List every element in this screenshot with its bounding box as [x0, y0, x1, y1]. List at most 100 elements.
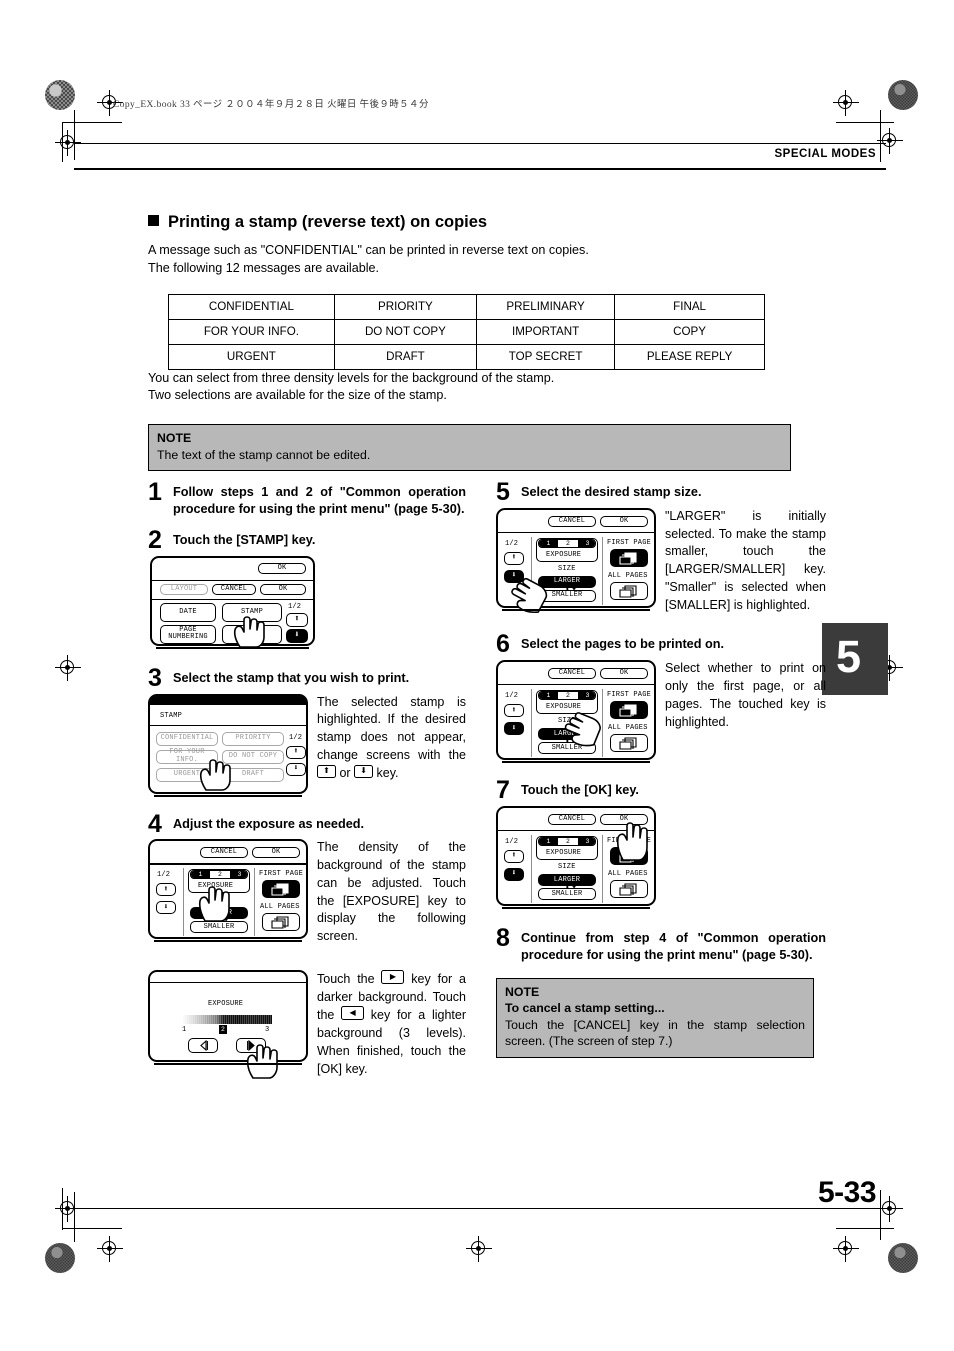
panel1-ok-key[interactable]: OK: [260, 583, 306, 595]
panel7-page-indicator: 1/2: [505, 838, 519, 847]
note-title: NOTE: [157, 431, 192, 446]
section-intro-line-2: The following 12 messages are available.: [148, 260, 380, 275]
crop-line: [62, 1228, 122, 1229]
panel1-page-indicator: 1/2: [288, 602, 302, 611]
steps-column-right: 5 Select the desired stamp size. CANCEL …: [496, 480, 826, 1058]
registration-mark: [833, 1236, 859, 1262]
exposure-level-2: 2: [566, 692, 570, 700]
panel7-cancel-key[interactable]: CANCEL: [548, 814, 596, 826]
panel6-size-label: SIZE: [558, 717, 576, 726]
panel4-lighter-key[interactable]: [188, 1037, 218, 1053]
panel5-cancel-key[interactable]: CANCEL: [548, 515, 596, 527]
panel5-exposure-scale[interactable]: 1 2 3: [538, 538, 596, 548]
table-cell: COPY: [614, 318, 765, 345]
step-8: 8 Continue from step 4 of "Common operat…: [496, 926, 826, 964]
panel3-scroll-up-key[interactable]: ⬆: [156, 883, 176, 897]
panel3-sep-1: [183, 868, 184, 937]
panel-stamp-settings-step5: CANCEL OK 1/2 ⬆ ⬇ 1 2 3 EXPOSURE SIZE LA…: [496, 507, 656, 613]
panel2-page-indicator: 1/2: [289, 733, 303, 742]
panel2-scroll-down-key[interactable]: ⬇: [286, 762, 306, 776]
note-bottom-title: NOTE: [505, 984, 540, 999]
panel1-page-numbering-key[interactable]: PAGE NUMBERING: [160, 624, 216, 644]
panel3-exposure-scale[interactable]: 1 2 3: [190, 870, 248, 880]
step-4-text: Adjust the exposure as needed.: [173, 816, 365, 831]
step-2-text: Touch the [STAMP] key.: [173, 532, 316, 547]
panel1-cancel-key[interactable]: CANCEL: [212, 583, 256, 595]
registration-mark: [55, 655, 81, 681]
panel1-layout-key[interactable]: LAYOUT: [160, 583, 208, 595]
halftone-dot-mark: [45, 80, 75, 110]
panel6-ok-key[interactable]: OK: [600, 668, 648, 680]
panel2-key-priority[interactable]: PRIORITY: [222, 731, 284, 746]
halftone-dot-mark: [888, 80, 918, 110]
panel1-scroll-up-key[interactable]: ⬆: [286, 612, 308, 627]
steps-area: 1 Follow steps 1 and 2 of "Common operat…: [148, 480, 828, 1184]
table-cell: CONFIDENTIAL: [168, 293, 335, 320]
panel7-ok-key[interactable]: OK: [600, 814, 648, 826]
crop-line: [62, 122, 122, 123]
step-6: 6 Select the pages to be printed on.: [496, 632, 826, 657]
panel3-page-indicator: 1/2: [157, 871, 171, 880]
panel6-scroll-down-key[interactable]: ⬇: [504, 722, 524, 736]
crop-line: [880, 1190, 881, 1240]
panel6-all-pages-key[interactable]: [610, 734, 648, 753]
panel6-sep-1: [531, 689, 532, 758]
panel-stamp-settings-step4: CANCEL OK 1/2 ⬆ ⬇ 1 2 3 EXPOSURE SIZE LA…: [148, 839, 308, 943]
panel7-exposure-label: EXPOSURE: [546, 849, 582, 858]
lighter-arrow-icon: [199, 1039, 208, 1051]
panel1-stamp-key[interactable]: STAMP: [222, 602, 282, 622]
panel6-exposure-scale[interactable]: 1 2 3: [538, 691, 596, 701]
registration-mark: [55, 1196, 81, 1222]
panel5-ok-key[interactable]: OK: [600, 515, 648, 527]
panel7-scroll-up-key[interactable]: ⬆: [504, 850, 524, 864]
panel3-cancel-key[interactable]: CANCEL: [200, 847, 248, 859]
pages-stack-icon: [619, 883, 637, 896]
table-cell: FINAL: [614, 293, 765, 320]
panel5-exposure-label: EXPOSURE: [546, 550, 582, 559]
bullet-square-icon: [148, 215, 159, 226]
panel5-first-page-key[interactable]: [610, 548, 648, 567]
panel1-ok-top-key[interactable]: OK: [258, 562, 306, 574]
panel2-divider: [150, 724, 306, 726]
panel2-key-do-not-copy[interactable]: DO NOT COPY: [222, 749, 284, 764]
panel2-scroll-up-key[interactable]: ⬆: [286, 745, 306, 759]
registration-mark: [55, 130, 81, 156]
panel3-all-pages-key[interactable]: [262, 913, 300, 932]
panel6-first-page-key[interactable]: [610, 701, 648, 720]
panel4-darker-key[interactable]: [236, 1037, 266, 1053]
panel1-scroll-down-key[interactable]: ⬇: [286, 628, 308, 643]
panel2-key-for-your-info[interactable]: FOR YOUR INFO.: [156, 749, 218, 764]
panel3-size-label: SIZE: [210, 896, 228, 905]
density-line-2: Two selections are available for the siz…: [148, 388, 447, 403]
note-box-bottom: NOTE To cancel a stamp setting... Touch …: [496, 977, 814, 1058]
panel5-scroll-up-key[interactable]: ⬆: [504, 551, 524, 565]
panel2-key-urgent[interactable]: URGENT: [156, 767, 218, 782]
panel6-scroll-up-key[interactable]: ⬆: [504, 704, 524, 718]
panel3-divider: [150, 863, 306, 865]
pages-stack-icon: [271, 883, 289, 897]
panel7-exposure-scale[interactable]: 1 2 3: [538, 837, 596, 847]
panel5-scroll-down-key[interactable]: ⬇: [504, 569, 524, 583]
panel3-scroll-down-key[interactable]: ⬇: [156, 901, 176, 915]
panel7-scroll-down-key[interactable]: ⬇: [504, 868, 524, 882]
panel6-cancel-key[interactable]: CANCEL: [548, 668, 596, 680]
panel2-key-draft[interactable]: DRAFT: [222, 767, 284, 782]
table-row: FOR YOUR INFO. DO NOT COPY IMPORTANT COPY: [168, 318, 765, 345]
panel7-first-page-key[interactable]: [610, 847, 648, 866]
step-7-text: Touch the [OK] key.: [521, 783, 639, 798]
panel7-all-pages-label: ALL PAGES: [608, 870, 648, 879]
chapter-tab-number: 5: [836, 631, 862, 682]
note-body: The text of the stamp cannot be edited.: [157, 447, 371, 462]
panel3-first-page-key[interactable]: [262, 880, 300, 899]
table-cell: TOP SECRET: [476, 343, 616, 370]
panel2-key-confidential[interactable]: CONFIDENTIAL: [156, 731, 218, 746]
panel7-size-label: SIZE: [558, 863, 576, 872]
panel5-all-pages-key[interactable]: [610, 581, 648, 600]
panel7-all-pages-key[interactable]: [610, 880, 648, 899]
lighter-key-icon: ◀: [341, 1006, 365, 1021]
panel-stamp-select: STAMP CONFIDENTIAL PRIORITY FOR YOUR INF…: [148, 693, 308, 797]
panel3-ok-key[interactable]: OK: [252, 847, 300, 859]
panel1-date-key[interactable]: DATE: [160, 602, 216, 622]
panel1-empty-key[interactable]: [222, 624, 282, 644]
panel5-first-page-label: FIRST PAGE: [607, 538, 652, 547]
